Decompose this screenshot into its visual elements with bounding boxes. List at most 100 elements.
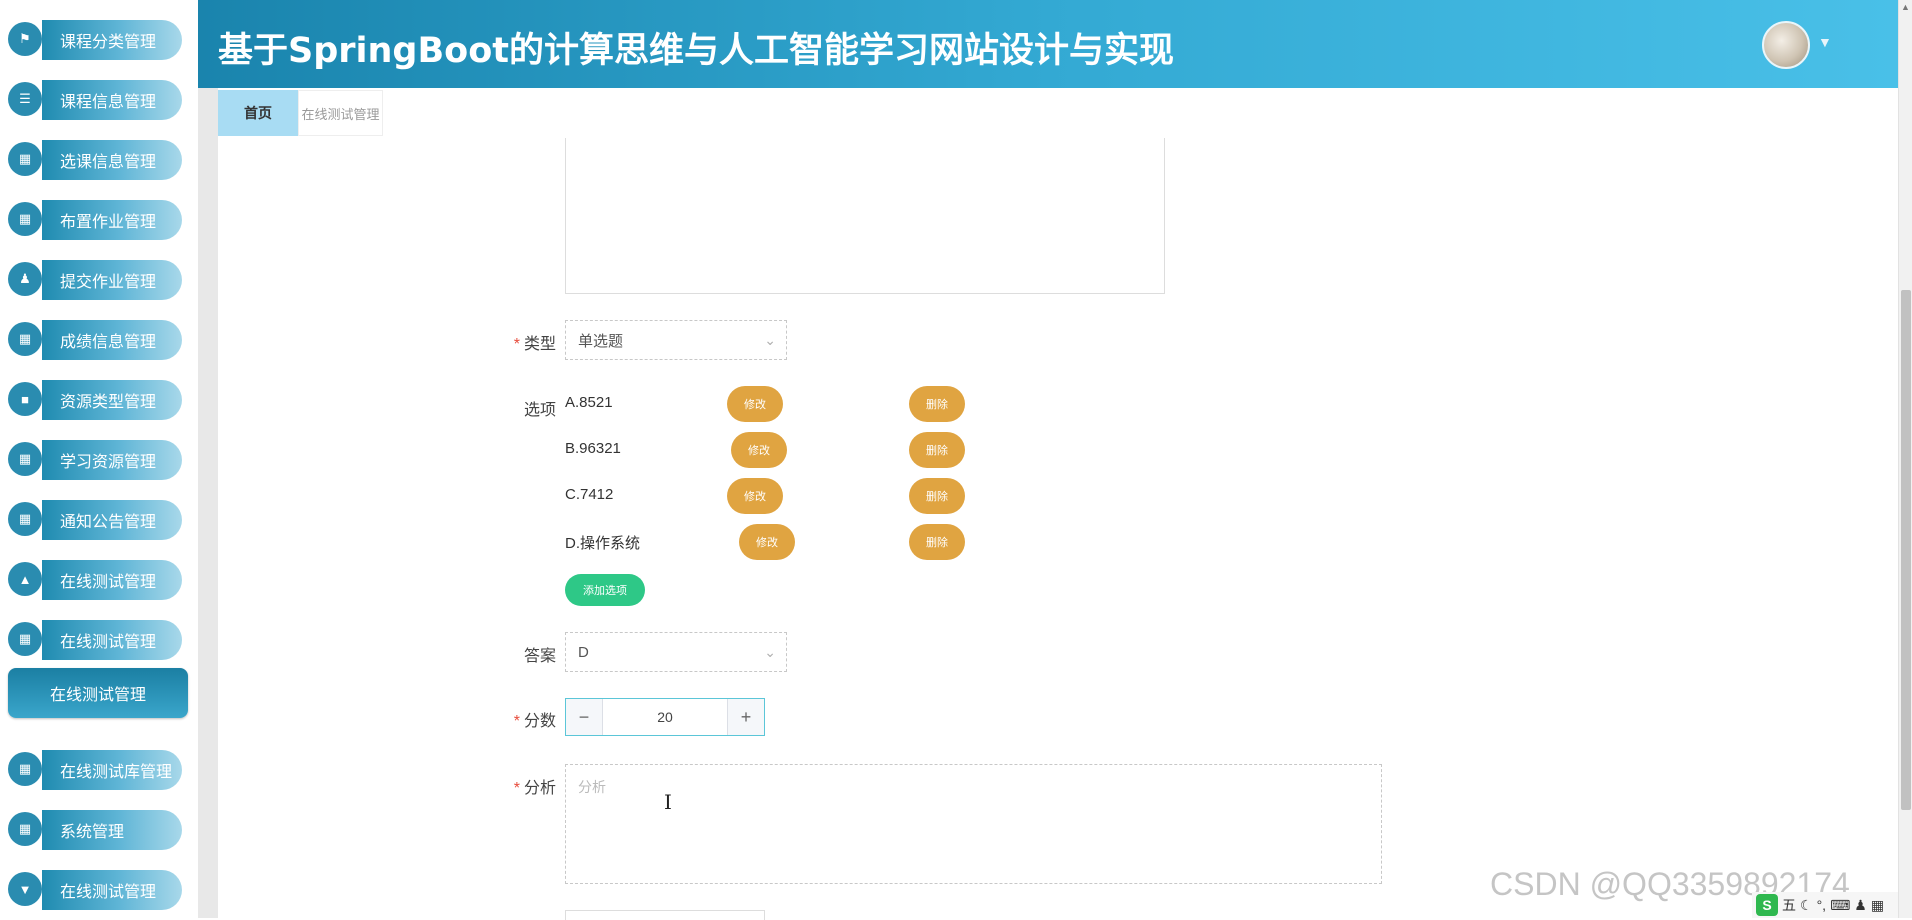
avatar[interactable] <box>1762 21 1810 69</box>
tab-home[interactable]: 首页 <box>218 90 298 136</box>
option-text: A.8521 <box>565 394 613 411</box>
text-cursor-icon: I <box>664 790 672 814</box>
analysis-textarea[interactable]: 分析 <box>565 764 1382 884</box>
answer-select[interactable]: D ⌄ <box>565 632 787 672</box>
answer-select-value: D <box>578 643 589 661</box>
ime-mode: 五 <box>1782 897 1796 913</box>
sidebar-item-label: 课程信息管理 <box>22 80 182 120</box>
page-title: 基于SpringBoot的计算思维与人工智能学习网站设计与实现 <box>218 31 1174 71</box>
increment-button[interactable]: + <box>727 699 764 735</box>
sidebar-item-course-selection[interactable]: ▦ 选课信息管理 <box>8 140 182 180</box>
flag-icon: ⚑ <box>8 22 42 56</box>
sidebar: ⚑ 课程分类管理 ☰ 课程信息管理 ▦ 选课信息管理 ▦ 布置作业管理 ♟ 提交… <box>0 0 198 918</box>
score-label: * 分数 <box>486 707 556 731</box>
option-text: B.96321 <box>565 440 621 457</box>
delete-option-button[interactable]: 删除 <box>909 524 965 560</box>
ime-tray: S 五 ☾ °, ⌨ ♟ ▦ <box>1752 892 1898 918</box>
type-select-value: 单选题 <box>578 332 624 350</box>
sidebar-item-label: 通知公告管理 <box>22 500 182 540</box>
delete-option-button[interactable]: 删除 <box>909 432 965 468</box>
score-label-text: 分数 <box>523 713 556 730</box>
sidebar-item-online-test-bank[interactable]: ▦ 在线测试库管理 <box>8 750 182 790</box>
sidebar-item-online-test-1[interactable]: ▲ 在线测试管理 <box>8 560 182 600</box>
keyboard-icon: ⌨ <box>1830 896 1851 913</box>
chevron-down-icon: ⌄ <box>764 644 776 660</box>
add-option-button[interactable]: 添加选项 <box>565 574 645 606</box>
option-text: D.操作系统 <box>565 535 641 552</box>
moon-icon: ☾ <box>1800 896 1813 913</box>
grid-icon: ▦ <box>8 622 42 656</box>
user-icon: ♟ <box>1854 896 1867 913</box>
grid-icon: ▦ <box>8 442 42 476</box>
tab-online-test[interactable]: 在线测试管理 <box>298 90 383 136</box>
top-header: 基于SpringBoot的计算思维与人工智能学习网站设计与实现 ▼ <box>198 0 1898 88</box>
sidebar-item-label: 布置作业管理 <box>22 200 182 240</box>
option-text: C.7412 <box>565 486 614 503</box>
delete-option-button[interactable]: 删除 <box>909 386 965 422</box>
sidebar-item-label: 系统管理 <box>22 810 182 850</box>
edit-option-button[interactable]: 修改 <box>727 478 783 514</box>
type-label: * 类型 <box>486 330 556 354</box>
score-stepper[interactable]: − 20 + <box>565 698 765 736</box>
sidebar-item-learning-resources[interactable]: ▦ 学习资源管理 <box>8 440 182 480</box>
punctuation-icon: °, <box>1816 897 1827 913</box>
sidebar-item-label: 成绩信息管理 <box>22 320 182 360</box>
sidebar-item-label: 选课信息管理 <box>22 140 182 180</box>
sidebar-item-system[interactable]: ▦ 系统管理 <box>8 810 182 850</box>
grid-icon: ▦ <box>8 322 42 356</box>
tab-bar: 首页 在线测试管理 <box>218 88 1898 138</box>
grid-icon: ▦ <box>8 752 42 786</box>
sidebar-item-course-info[interactable]: ☰ 课程信息管理 <box>8 80 182 120</box>
sidebar-item-label: 在线测试库管理 <box>22 750 182 790</box>
sidebar-item-label: 学习资源管理 <box>22 440 182 480</box>
content-editor-box[interactable] <box>565 138 1165 294</box>
sidebar-item-announcements[interactable]: ▦ 通知公告管理 <box>8 500 182 540</box>
scrollbar[interactable]: ▲ <box>1898 0 1912 918</box>
delete-option-button[interactable]: 删除 <box>909 478 965 514</box>
sidebar-item-label: 在线测试管理 <box>22 870 182 910</box>
sidebar-item-label: 提交作业管理 <box>22 260 182 300</box>
analysis-label-text: 分析 <box>523 780 556 797</box>
sidebar-item-online-test-2[interactable]: ▦ 在线测试管理 <box>8 620 182 660</box>
sidebar-item-grades[interactable]: ▦ 成绩信息管理 <box>8 320 182 360</box>
grid-icon: ▦ <box>8 812 42 846</box>
user-icon: ♟ <box>8 262 42 296</box>
sidebar-item-label: 课程分类管理 <box>22 20 182 60</box>
chevron-down-icon[interactable]: ▼ <box>1818 34 1832 50</box>
sidebar-item-online-test-3[interactable]: ▼ 在线测试管理 <box>8 870 182 910</box>
options-label: 选项 <box>523 402 556 419</box>
sidebar-item-assign-homework[interactable]: ▦ 布置作业管理 <box>8 200 182 240</box>
grid-icon: ▦ <box>8 142 42 176</box>
required-marker: * <box>513 713 520 730</box>
required-marker: * <box>513 780 520 797</box>
table-icon: ▦ <box>8 502 42 536</box>
answer-label: 答案 <box>523 648 556 665</box>
chevron-down-icon: ⌄ <box>764 332 776 348</box>
scroll-up-icon[interactable]: ▲ <box>1901 2 1910 12</box>
chart-icon: ▲ <box>8 562 42 596</box>
sidebar-item-resource-type[interactable]: ■ 资源类型管理 <box>8 380 182 420</box>
sidebar-subitem-online-test-active[interactable]: 在线测试管理 <box>8 668 188 718</box>
edit-option-button[interactable]: 修改 <box>739 524 795 560</box>
analysis-label: * 分析 <box>486 774 556 798</box>
scroll-thumb[interactable] <box>1901 290 1911 810</box>
sogou-logo-icon: S <box>1756 894 1778 916</box>
partial-field[interactable] <box>565 910 765 920</box>
type-label-text: 类型 <box>523 336 556 353</box>
sidebar-item-label: 在线测试管理 <box>22 560 182 600</box>
pin-icon: ▼ <box>8 872 42 906</box>
sidebar-item-label: 在线测试管理 <box>22 620 182 660</box>
sidebar-item-label: 资源类型管理 <box>22 380 182 420</box>
grid-icon: ▦ <box>8 202 42 236</box>
sidebar-item-submit-homework[interactable]: ♟ 提交作业管理 <box>8 260 182 300</box>
decrement-button[interactable]: − <box>566 699 603 735</box>
list-icon: ☰ <box>8 82 42 116</box>
content-gutter <box>198 88 218 918</box>
type-select[interactable]: 单选题 ⌄ <box>565 320 787 360</box>
required-marker: * <box>513 336 520 353</box>
briefcase-icon: ■ <box>8 382 42 416</box>
score-input[interactable]: 20 <box>603 709 727 725</box>
sidebar-item-course-category[interactable]: ⚑ 课程分类管理 <box>8 20 182 60</box>
edit-option-button[interactable]: 修改 <box>727 386 783 422</box>
edit-option-button[interactable]: 修改 <box>731 432 787 468</box>
